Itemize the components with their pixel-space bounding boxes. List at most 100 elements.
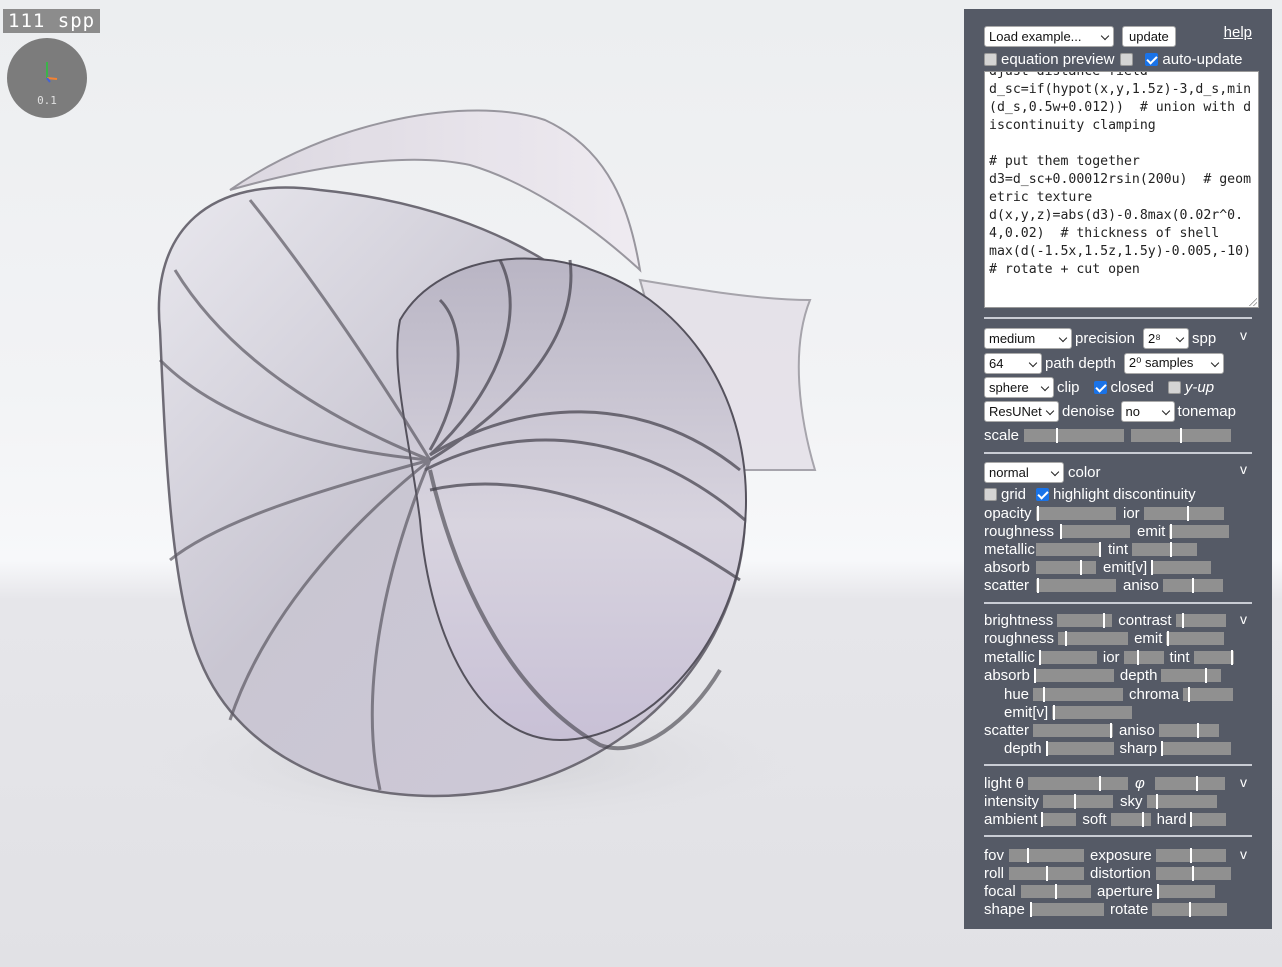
equation-preview-checkbox[interactable]: [984, 52, 997, 66]
color-ior-label: ior: [1123, 504, 1140, 522]
color-emit-slider[interactable]: [1169, 523, 1230, 539]
camera-row-1: fov exposure: [984, 845, 1226, 865]
equation-code[interactable]: djust distance field d_sc=if(hypot(x,y,1…: [985, 72, 1258, 279]
help-link[interactable]: help: [1224, 24, 1252, 41]
light-theta-slider[interactable]: [1028, 775, 1129, 791]
scale-slider[interactable]: [1024, 427, 1124, 443]
material-roughness-label: roughness: [984, 629, 1055, 647]
grid-checkbox[interactable]: [984, 487, 997, 501]
color-absorb-label: absorb: [984, 558, 1030, 576]
color-opacity-slider[interactable]: [1036, 505, 1116, 521]
samples-select[interactable]: 2⁰ samples: [1123, 352, 1224, 374]
exposure-slider[interactable]: [1155, 847, 1226, 863]
material-slider-row: roughness emit: [984, 628, 1225, 648]
tonemap-select[interactable]: no: [1120, 400, 1175, 422]
material-hue-label: hue: [1004, 685, 1030, 703]
material-brightness-slider[interactable]: [1057, 612, 1113, 628]
color-section-toggle[interactable]: v: [1240, 461, 1247, 477]
material-slider-row: depth sharp: [1004, 738, 1232, 758]
color-metallic-slider[interactable]: [1036, 541, 1101, 557]
color-roughness-slider[interactable]: [1060, 523, 1130, 539]
material-metallic-slider[interactable]: [1038, 649, 1097, 665]
closed-checkbox[interactable]: [1093, 380, 1107, 394]
light-ambient-row: ambient soft hard: [984, 809, 1226, 829]
distortion-slider[interactable]: [1155, 865, 1231, 881]
fov-slider[interactable]: [1009, 847, 1084, 863]
material-tint-slider[interactable]: [1193, 649, 1234, 665]
grid-label: grid: [1001, 485, 1027, 503]
clip-select[interactable]: sphere: [984, 376, 1054, 398]
light-phi-slider[interactable]: [1154, 775, 1225, 791]
material-aniso-slider[interactable]: [1158, 722, 1219, 738]
material-sharp-label: sharp: [1119, 739, 1158, 757]
render-section-toggle[interactable]: v: [1240, 327, 1247, 343]
render-canvas[interactable]: [0, 0, 964, 967]
denoise-select[interactable]: ResUNet: [984, 400, 1059, 422]
equation-editor[interactable]: djust distance field d_sc=if(hypot(x,y,1…: [984, 71, 1259, 308]
roll-label: roll: [984, 864, 1005, 882]
rotate-slider[interactable]: [1152, 901, 1228, 917]
light-intensity-row: intensity sky: [984, 791, 1217, 811]
material-section-toggle[interactable]: v: [1240, 611, 1247, 627]
material-metallic-label: metallic: [984, 648, 1035, 666]
spp-label: spp: [1192, 329, 1217, 347]
material-roughness-slider[interactable]: [1058, 630, 1129, 646]
material-scatter-label: scatter: [984, 721, 1030, 739]
color-mode-select[interactable]: normal: [984, 461, 1064, 483]
spp-select[interactable]: 2⁸: [1143, 327, 1190, 349]
focal-slider[interactable]: [1021, 883, 1091, 899]
highlight-discontinuity-checkbox[interactable]: [1036, 487, 1050, 501]
roll-slider[interactable]: [1009, 865, 1084, 881]
color-absorb-slider[interactable]: [1036, 559, 1096, 575]
ambient-slider[interactable]: [1041, 811, 1077, 827]
resize-grip-icon[interactable]: [1249, 298, 1257, 306]
soft-slider[interactable]: [1110, 811, 1151, 827]
color-ior-slider[interactable]: [1143, 505, 1224, 521]
load-example-select[interactable]: Load example...: [984, 25, 1114, 47]
material-scatter-slider[interactable]: [1033, 722, 1114, 738]
intensity-slider[interactable]: [1043, 793, 1114, 809]
camera-section-toggle[interactable]: v: [1240, 846, 1247, 862]
material-slider-row: scatter aniso: [984, 720, 1219, 740]
precision-select[interactable]: medium: [984, 327, 1072, 349]
material-absorb-slider[interactable]: [1033, 667, 1114, 683]
focal-label: focal: [984, 882, 1016, 900]
update-button[interactable]: update: [1122, 25, 1176, 47]
shape-slider[interactable]: [1030, 901, 1104, 917]
auto-update-label: auto-update: [1162, 50, 1243, 68]
material-emitv-slider[interactable]: [1052, 704, 1133, 720]
material-tint-label: tint: [1169, 648, 1190, 666]
light-section-toggle[interactable]: v: [1240, 774, 1247, 790]
color-scatter-slider[interactable]: [1036, 577, 1116, 593]
path-depth-select[interactable]: 64: [984, 352, 1042, 374]
unnamed-checkbox[interactable]: [1120, 52, 1134, 66]
aperture-slider[interactable]: [1156, 883, 1215, 899]
color-emitv-slider[interactable]: [1151, 559, 1212, 575]
material-ior-slider[interactable]: [1123, 649, 1164, 665]
section-divider: [984, 764, 1252, 766]
material-emitv-label: emit[v]: [1004, 703, 1049, 721]
material-slider-row: emit[v]: [1004, 702, 1133, 722]
material-chroma-slider[interactable]: [1183, 686, 1234, 702]
material-sharp-slider[interactable]: [1161, 740, 1232, 756]
sky-slider[interactable]: [1146, 793, 1217, 809]
denoise-label: denoise: [1062, 402, 1115, 420]
scale-slider[interactable]: [1131, 427, 1231, 443]
color-tint-slider[interactable]: [1132, 541, 1198, 557]
y-up-checkbox[interactable]: [1167, 380, 1181, 394]
material-hue-slider[interactable]: [1033, 686, 1124, 702]
hard-slider[interactable]: [1190, 811, 1226, 827]
material-depth-slider[interactable]: [1045, 740, 1114, 756]
axis-gizmo[interactable]: 0.1: [7, 38, 87, 118]
color-aniso-slider[interactable]: [1162, 577, 1223, 593]
samples-counter: 111 spp: [3, 9, 101, 33]
color-emit-label: emit: [1137, 522, 1166, 540]
auto-update-checkbox[interactable]: [1145, 52, 1159, 66]
denoise-row: ResUNet denoise no tonemap: [984, 400, 1236, 422]
material-emit-slider[interactable]: [1166, 630, 1225, 646]
light-theta-label: light θ: [984, 774, 1025, 792]
material-contrast-slider[interactable]: [1175, 612, 1226, 628]
color-slider-row: roughness emit: [984, 521, 1230, 541]
material-depth-slider[interactable]: [1161, 667, 1222, 683]
material-slider-row: metallic ior tint: [984, 647, 1234, 667]
